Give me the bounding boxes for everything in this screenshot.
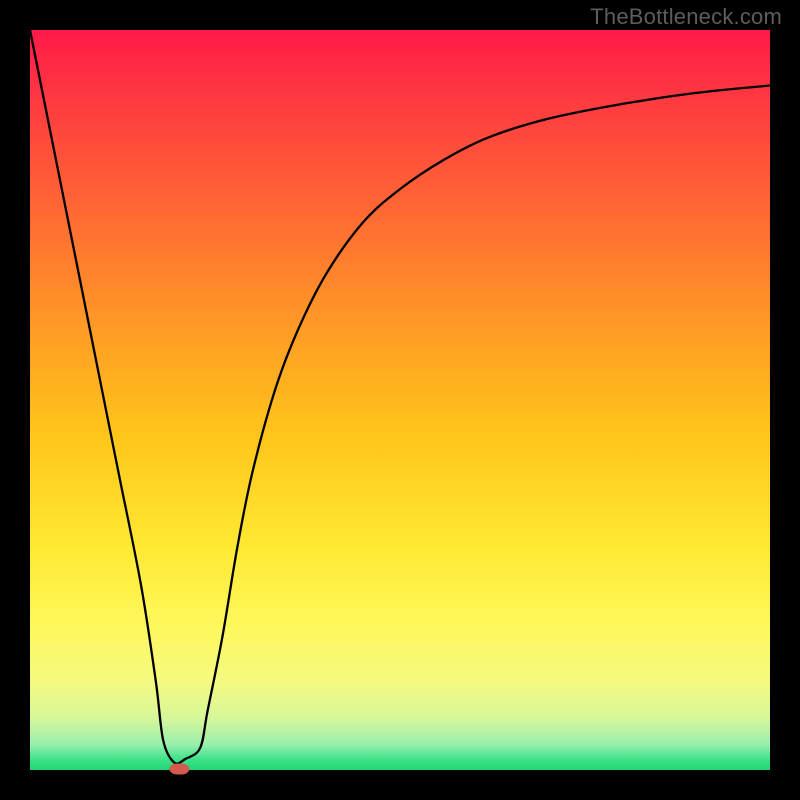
- optimal-point-marker: [170, 763, 189, 774]
- plot-area: [30, 30, 770, 770]
- chart-frame: TheBottleneck.com: [0, 0, 800, 800]
- watermark-text: TheBottleneck.com: [590, 4, 782, 30]
- bottleneck-curve: [30, 30, 770, 770]
